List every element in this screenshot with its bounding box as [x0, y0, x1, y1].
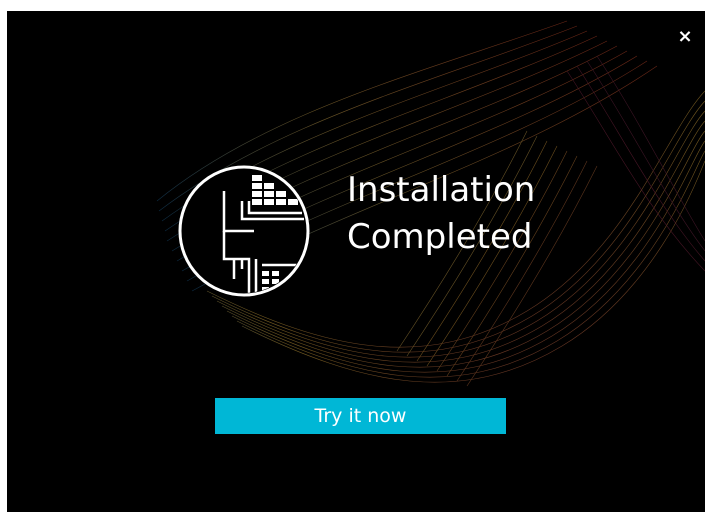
- close-icon: ×: [677, 26, 693, 47]
- background-waves: [156, 20, 705, 387]
- try-it-now-button[interactable]: Try it now: [215, 398, 506, 434]
- installer-dialog: × Installation Completed Try it now: [7, 11, 705, 512]
- page-title: Installation Completed: [347, 167, 607, 261]
- title-line-1: Installation: [347, 170, 536, 210]
- title-line-2: Completed: [347, 217, 533, 257]
- circuit-board-logo-icon: [178, 165, 310, 297]
- close-button[interactable]: ×: [675, 27, 695, 47]
